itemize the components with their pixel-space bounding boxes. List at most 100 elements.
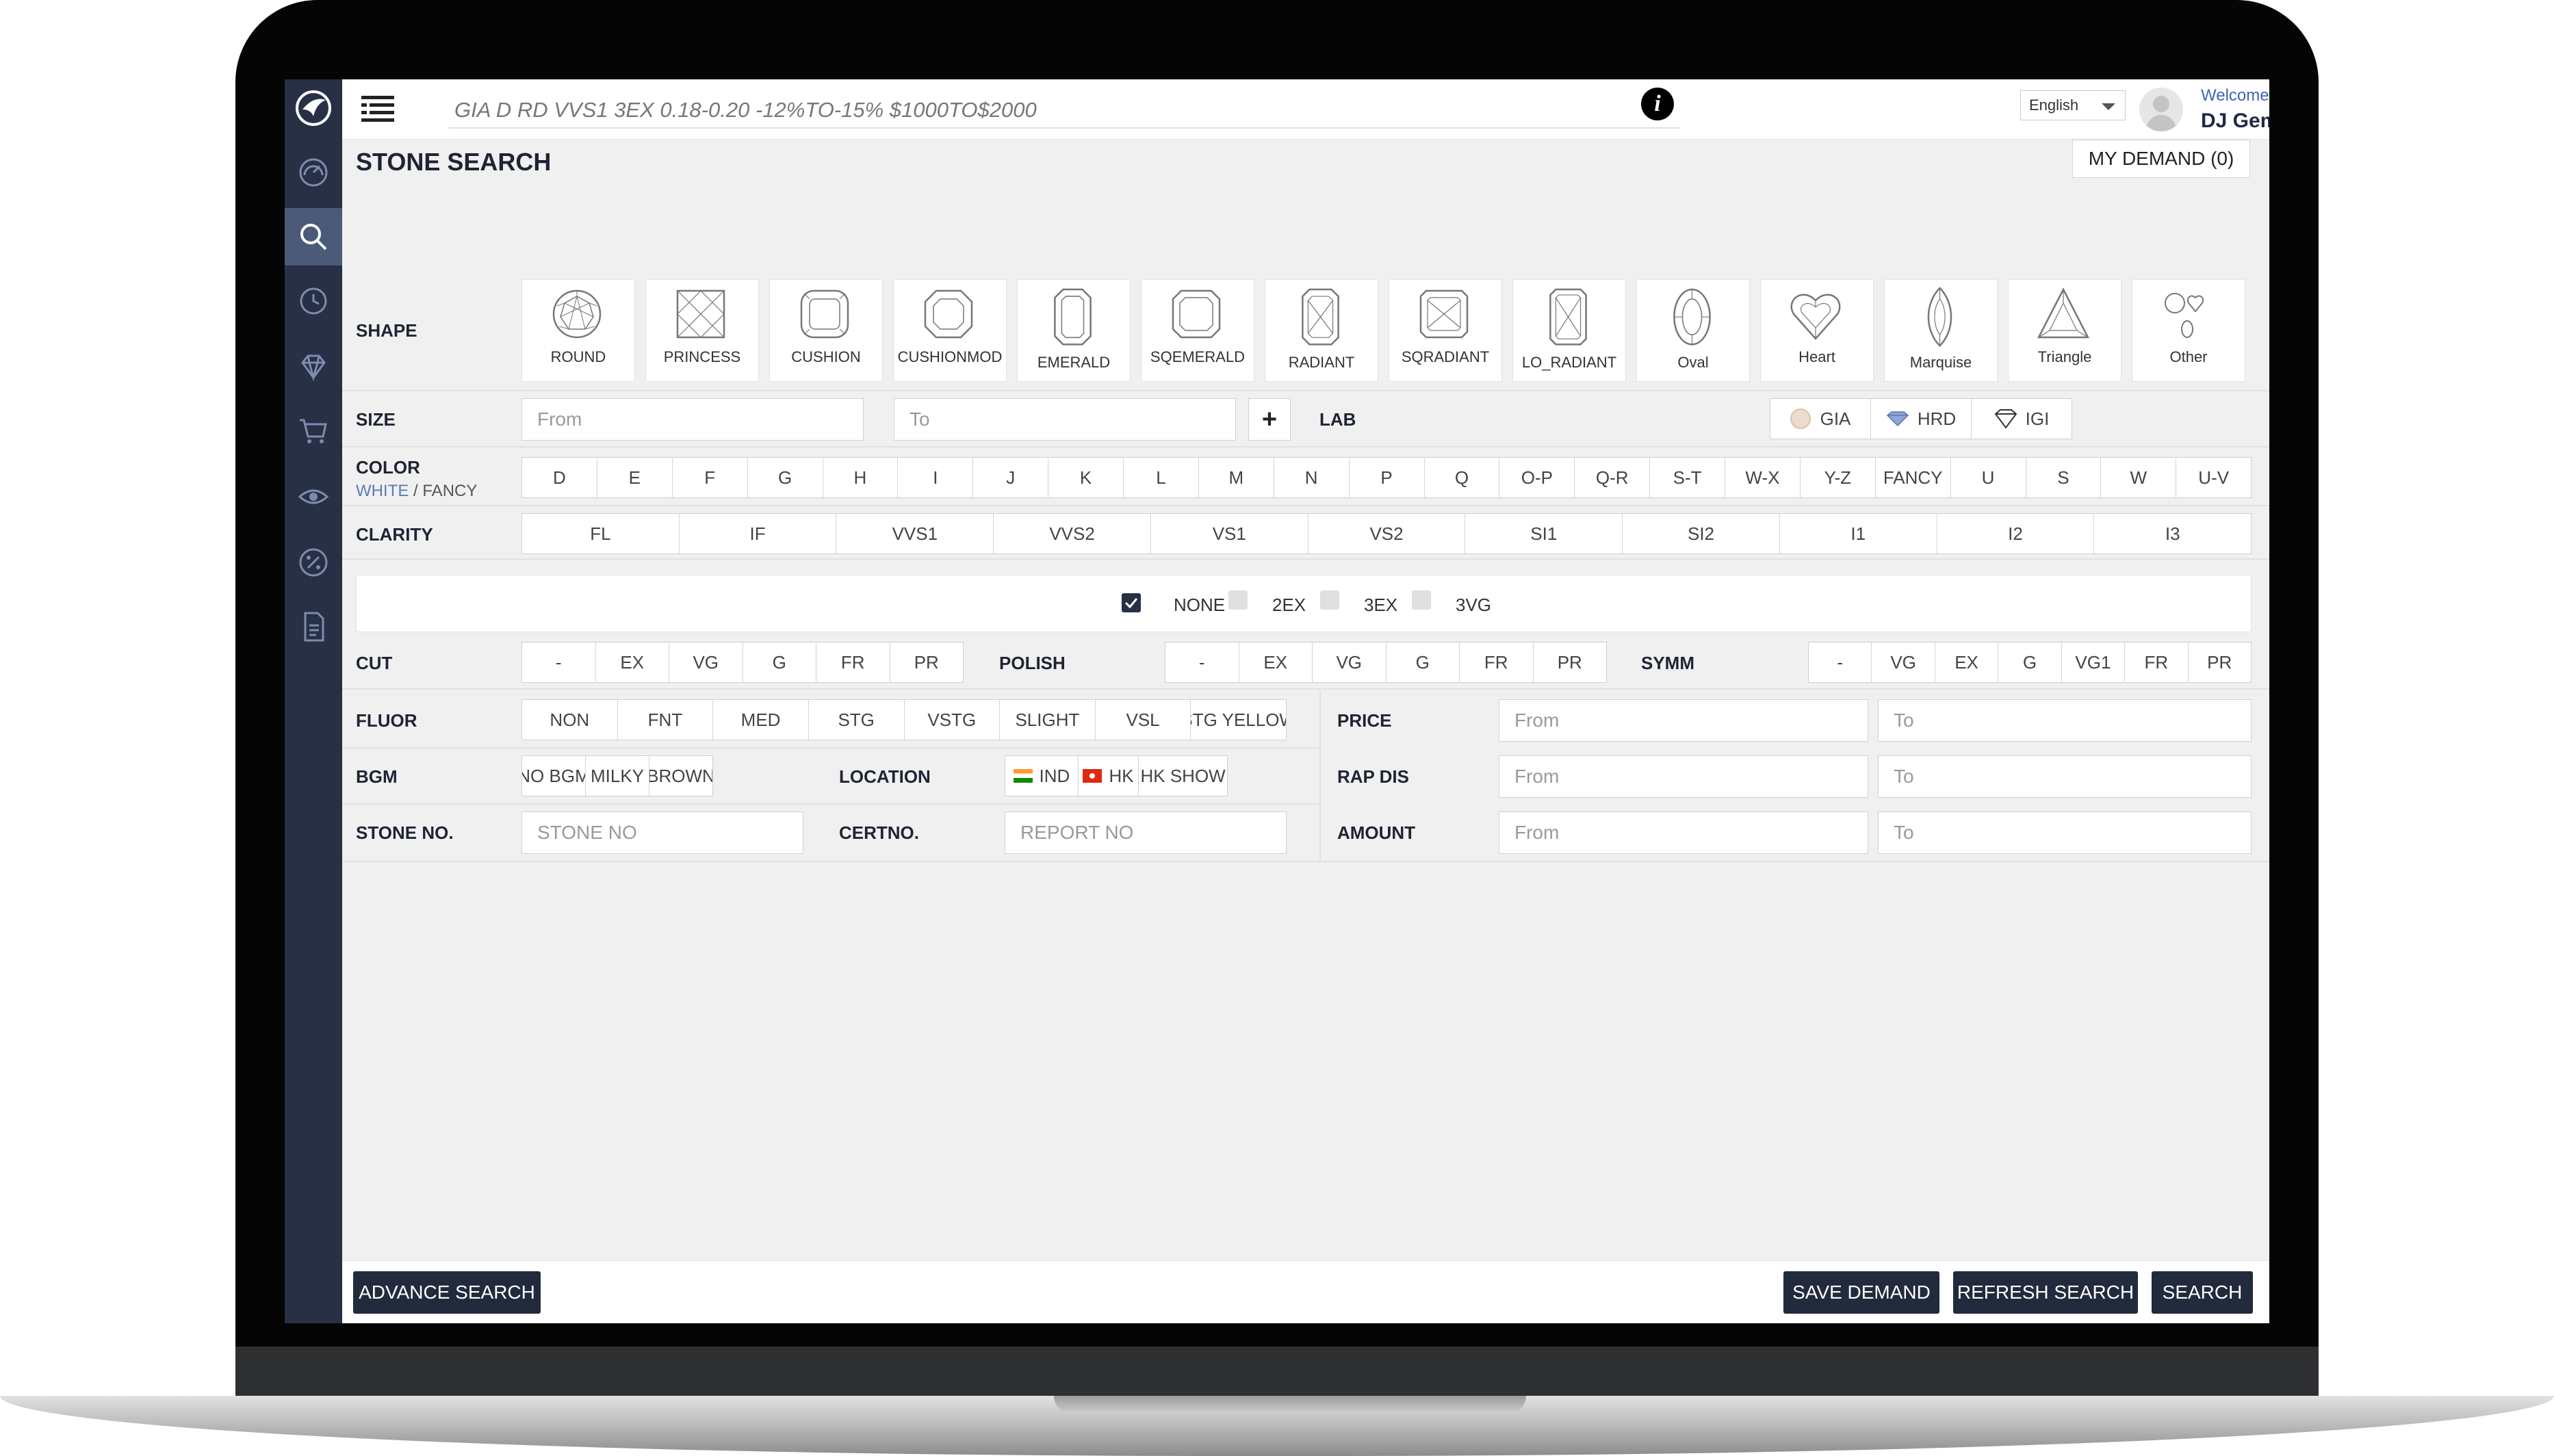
- symm-option[interactable]: PR: [2189, 642, 2251, 682]
- color-option[interactable]: J: [973, 458, 1049, 497]
- shape-other[interactable]: Other: [2132, 279, 2245, 382]
- fluor-option[interactable]: VSTG: [905, 700, 1001, 740]
- clarity-option[interactable]: VVS2: [994, 514, 1151, 554]
- symm-option[interactable]: FR: [2125, 642, 2189, 682]
- shape-oval[interactable]: Oval: [1636, 279, 1750, 382]
- search-icon[interactable]: [285, 208, 342, 265]
- add-size-button[interactable]: +: [1248, 398, 1291, 441]
- my-demand-button[interactable]: MY DEMAND (0): [2072, 140, 2250, 178]
- 3ex-checkbox[interactable]: [1320, 590, 1339, 610]
- color-option[interactable]: W: [2101, 458, 2177, 497]
- logo-icon[interactable]: [285, 79, 342, 137]
- shape-lo-radiant[interactable]: LO_RADIANT: [1512, 279, 1626, 382]
- none-checkbox[interactable]: [1122, 593, 1141, 612]
- clarity-option[interactable]: IF: [680, 514, 837, 554]
- symm-option[interactable]: -: [1809, 642, 1872, 682]
- clarity-option[interactable]: I1: [1780, 514, 1937, 554]
- polish-option[interactable]: EX: [1239, 642, 1313, 682]
- location-hk[interactable]: HK: [1079, 756, 1139, 796]
- polish-option[interactable]: -: [1165, 642, 1239, 682]
- color-option[interactable]: O-P: [1499, 458, 1575, 497]
- symm-option[interactable]: VG1: [2062, 642, 2126, 682]
- bgm-option[interactable]: NO BGM: [522, 756, 586, 796]
- clarity-option[interactable]: I2: [1937, 514, 2095, 554]
- price-from-input[interactable]: From: [1499, 699, 1868, 742]
- bgm-option[interactable]: BROWN: [649, 756, 712, 796]
- amount-to-input[interactable]: To: [1878, 811, 2252, 854]
- shape-cushion[interactable]: CUSHION: [769, 279, 883, 382]
- color-option[interactable]: M: [1199, 458, 1274, 497]
- amount-from-input[interactable]: From: [1499, 811, 1868, 854]
- color-option[interactable]: N: [1274, 458, 1350, 497]
- fluor-option[interactable]: MED: [713, 700, 809, 740]
- clarity-option[interactable]: VS1: [1151, 514, 1308, 554]
- polish-option[interactable]: G: [1386, 642, 1460, 682]
- fluor-option[interactable]: STG: [809, 700, 905, 740]
- color-option[interactable]: H: [823, 458, 899, 497]
- shape-heart[interactable]: Heart: [1760, 279, 1874, 382]
- fluor-option[interactable]: VSL: [1096, 700, 1191, 740]
- info-icon[interactable]: i: [1641, 88, 1674, 120]
- polish-option[interactable]: FR: [1460, 642, 1534, 682]
- shape-cushionmod[interactable]: CUSHIONMOD: [893, 279, 1007, 382]
- color-option[interactable]: S-T: [1650, 458, 1725, 497]
- save-demand-button[interactable]: SAVE DEMAND: [1783, 1271, 1939, 1314]
- shape-triangle[interactable]: Triangle: [2008, 279, 2121, 382]
- fluor-option[interactable]: STG YELLOW: [1191, 700, 1286, 740]
- size-to-input[interactable]: To: [894, 398, 1236, 441]
- advance-search-button[interactable]: ADVANCE SEARCH: [353, 1271, 541, 1314]
- color-option[interactable]: Y-Z: [1801, 458, 1876, 497]
- clarity-option[interactable]: VS2: [1308, 514, 1466, 554]
- shape-marquise[interactable]: Marquise: [1884, 279, 1998, 382]
- color-option[interactable]: P: [1350, 458, 1425, 497]
- menu-icon[interactable]: [361, 94, 394, 127]
- lab-gia[interactable]: GIA: [1770, 399, 1871, 439]
- polish-option[interactable]: PR: [1534, 642, 1607, 682]
- clarity-option[interactable]: FL: [522, 514, 680, 554]
- color-mode-toggle[interactable]: WHITE / FANCY: [356, 482, 477, 501]
- diamond-icon[interactable]: [285, 338, 342, 395]
- location-hk-show[interactable]: HK SHOW: [1139, 756, 1227, 796]
- color-option[interactable]: L: [1124, 458, 1199, 497]
- cut-option[interactable]: PR: [890, 642, 964, 682]
- search-button[interactable]: SEARCH: [2152, 1271, 2253, 1314]
- user-name[interactable]: DJ Gems: [2201, 109, 2269, 133]
- lab-igi[interactable]: IGI: [1972, 399, 2072, 439]
- color-white-link[interactable]: WHITE: [356, 482, 409, 500]
- discount-icon[interactable]: [285, 534, 342, 591]
- bgm-option[interactable]: MILKY: [586, 756, 649, 796]
- history-icon[interactable]: [285, 272, 342, 330]
- eye-icon[interactable]: [285, 468, 342, 525]
- color-option[interactable]: G: [748, 458, 823, 497]
- polish-option[interactable]: VG: [1313, 642, 1386, 682]
- stone-no-input[interactable]: STONE NO: [521, 811, 803, 854]
- quick-search-input[interactable]: GIA D RD VVS1 3EX 0.18-0.20 -12%TO-15% $…: [449, 93, 1681, 129]
- color-option[interactable]: S: [2026, 458, 2102, 497]
- fluor-option[interactable]: NON: [522, 700, 618, 740]
- fluor-option[interactable]: SLIGHT: [1000, 700, 1096, 740]
- color-option[interactable]: Q-R: [1575, 458, 1651, 497]
- color-option[interactable]: Q: [1425, 458, 1500, 497]
- document-icon[interactable]: [285, 598, 342, 655]
- cut-option[interactable]: VG: [669, 642, 743, 682]
- clarity-option[interactable]: I3: [2094, 514, 2251, 554]
- color-option[interactable]: W-X: [1725, 458, 1801, 497]
- certno-input[interactable]: REPORT NO: [1005, 811, 1287, 854]
- shape-sqradiant[interactable]: SQRADIANT: [1389, 279, 1502, 382]
- 2ex-checkbox[interactable]: [1228, 590, 1248, 610]
- color-option[interactable]: D: [522, 458, 597, 497]
- color-option[interactable]: U-V: [2176, 458, 2251, 497]
- color-option[interactable]: U: [1951, 458, 2026, 497]
- lab-hrd[interactable]: HRD: [1871, 399, 1972, 439]
- shape-emerald[interactable]: EMERALD: [1017, 279, 1131, 382]
- color-option[interactable]: K: [1048, 458, 1124, 497]
- shape-round[interactable]: ROUND: [521, 279, 635, 382]
- shape-princess[interactable]: PRINCESS: [645, 279, 759, 382]
- cut-option[interactable]: G: [743, 642, 816, 682]
- 3vg-checkbox[interactable]: [1412, 590, 1431, 610]
- color-option[interactable]: FANCY: [1876, 458, 1951, 497]
- symm-option[interactable]: G: [1998, 642, 2062, 682]
- color-fancy-link[interactable]: FANCY: [422, 482, 477, 500]
- shape-sqemerald[interactable]: SQEMERALD: [1141, 279, 1254, 382]
- shape-radiant[interactable]: RADIANT: [1265, 279, 1378, 382]
